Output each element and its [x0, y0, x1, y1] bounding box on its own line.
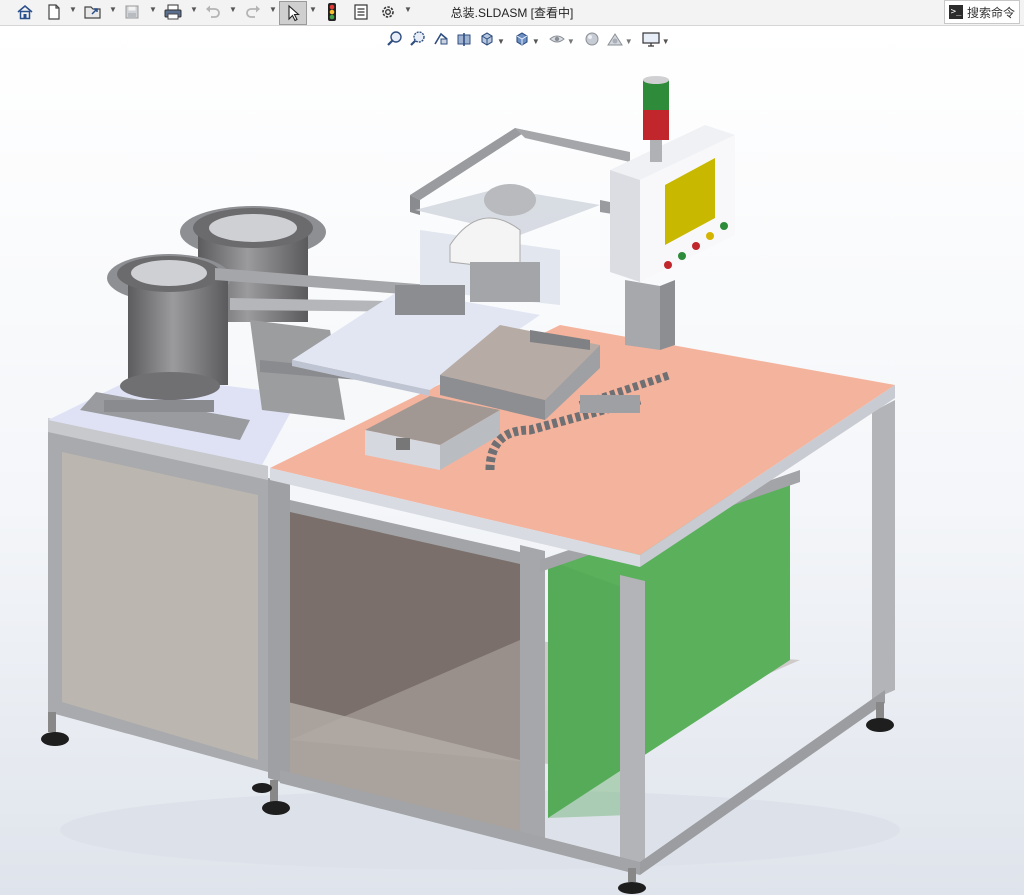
assembly-model-view[interactable]	[0, 0, 1024, 895]
left-cabinet	[48, 418, 268, 772]
